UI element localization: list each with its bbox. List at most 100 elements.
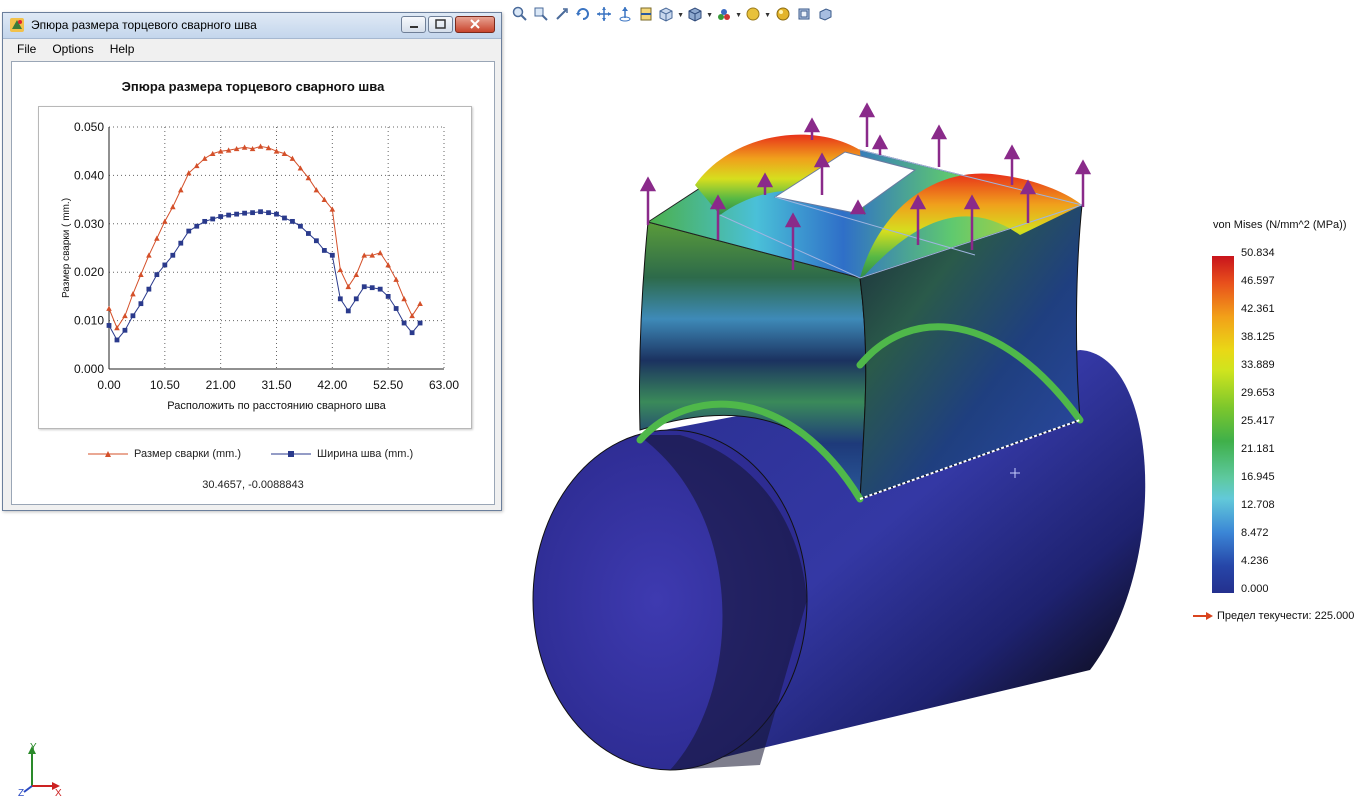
weld-size-chart[interactable]: 0.00 10.50 21.00 31.50 42.00 52.50 63.00 0.000 0… xyxy=(12,62,494,442)
data-point-triangle xyxy=(130,291,136,297)
y-tick-label: 0.040 xyxy=(74,168,104,182)
data-point-square xyxy=(385,294,391,299)
maximize-button[interactable] xyxy=(428,16,453,33)
sphere-icon xyxy=(776,7,790,21)
data-point-square xyxy=(146,286,152,292)
colorbar-tick-label: 50.834 xyxy=(1241,247,1275,259)
light-icon xyxy=(746,7,760,21)
colorbar-tick-label: 38.125 xyxy=(1241,331,1275,343)
data-point-triangle xyxy=(401,296,407,302)
data-point-triangle xyxy=(313,187,320,193)
data-point-square xyxy=(162,262,168,268)
legend-label-weld-width: Ширина шва (mm.) xyxy=(317,448,414,460)
data-point-square xyxy=(306,231,311,236)
zoom-in-out-icon xyxy=(556,8,568,20)
colorbar-tick-label: 12.708 xyxy=(1241,499,1275,511)
data-point-triangle xyxy=(106,305,112,311)
legend-item-weld-width: Ширина шва (mm.) xyxy=(271,448,413,460)
data-point-triangle xyxy=(201,155,208,161)
section-view-button[interactable] xyxy=(637,5,655,23)
data-point-triangle xyxy=(241,144,248,150)
menu-options[interactable]: Options xyxy=(44,42,101,56)
colorbar-tick-label: 42.361 xyxy=(1241,303,1275,315)
x-tick-label: 31.50 xyxy=(261,378,291,392)
data-point-triangle xyxy=(154,235,160,241)
view-orientation-icon xyxy=(659,7,673,22)
display-style-dropdown[interactable]: ▼ xyxy=(687,5,713,23)
minimize-button[interactable] xyxy=(401,16,426,33)
data-point-triangle xyxy=(122,312,128,319)
data-point-triangle xyxy=(353,271,360,278)
data-point-square xyxy=(226,212,232,218)
data-point-square xyxy=(218,214,224,219)
weld-plot-window: Эпюра размера торцевого сварного шва Fil… xyxy=(2,12,502,511)
window-title: Эпюра размера торцевого сварного шва xyxy=(31,18,257,32)
close-button[interactable] xyxy=(455,16,495,33)
zoom-window-button[interactable] xyxy=(532,5,550,23)
maximize-icon xyxy=(435,19,446,29)
window-titlebar[interactable]: Эпюра размера торцевого сварного шва xyxy=(3,13,501,39)
data-point-square xyxy=(210,216,216,222)
y-tick-label: 0.050 xyxy=(74,120,104,134)
iso-view-icon xyxy=(819,8,832,21)
data-point-triangle xyxy=(257,143,264,149)
triad-z-label: Z xyxy=(18,788,24,798)
zoom-in-out-button[interactable] xyxy=(553,5,571,23)
data-point-square xyxy=(393,306,399,311)
menu-help[interactable]: Help xyxy=(102,42,143,56)
legend-marker-triangle xyxy=(88,451,128,457)
data-point-square xyxy=(401,320,407,326)
colorbar-tick-label: 16.945 xyxy=(1241,471,1275,483)
data-point-square xyxy=(242,210,247,216)
data-point-square xyxy=(178,240,184,246)
data-point-square xyxy=(266,210,271,216)
iso-view-button[interactable] xyxy=(816,5,834,23)
data-point-triangle xyxy=(289,155,296,161)
appearance-icon xyxy=(718,9,730,20)
data-point-triangle xyxy=(177,187,184,193)
data-point-square xyxy=(377,286,383,292)
menu-file[interactable]: File xyxy=(9,42,44,56)
data-point-triangle xyxy=(337,266,344,273)
sphere-button[interactable] xyxy=(774,5,792,23)
data-point-square xyxy=(130,313,136,319)
data-point-square xyxy=(274,211,279,217)
data-point-square xyxy=(258,209,263,215)
x-tick-label: 63.00 xyxy=(429,378,459,392)
section-view-icon xyxy=(640,7,652,21)
pan-button[interactable] xyxy=(595,5,613,23)
data-point-square xyxy=(353,296,359,302)
data-point-square xyxy=(417,320,423,326)
data-point-square xyxy=(250,210,255,216)
cursor-readout: 30.4657, -0.0088843 xyxy=(202,479,304,491)
data-point-square xyxy=(313,238,319,244)
rotate-button[interactable] xyxy=(574,5,592,23)
zoom-fit-button[interactable] xyxy=(511,5,529,23)
y-axis-label: Размер сварки ( mm.) xyxy=(61,198,72,298)
data-point-square xyxy=(409,330,415,336)
x-tick-label: 42.00 xyxy=(317,378,347,392)
cube-view-button[interactable] xyxy=(795,5,813,23)
data-point-triangle xyxy=(393,276,399,282)
yield-arrow-icon xyxy=(1193,612,1213,620)
zoom-window-icon xyxy=(534,7,548,21)
data-point-square xyxy=(170,252,176,258)
view-orientation-dropdown[interactable]: ▼ xyxy=(658,5,684,23)
data-point-triangle xyxy=(385,262,391,268)
y-tick-label: 0.030 xyxy=(74,217,104,231)
display-style-icon xyxy=(688,7,702,22)
zoom-fit-icon xyxy=(512,6,527,21)
light-dropdown[interactable]: ▼ xyxy=(745,5,771,23)
colorbar-title: von Mises (N/mm^2 (MPa)) xyxy=(1213,219,1347,231)
appearance-dropdown[interactable]: ▼ xyxy=(716,5,742,23)
stress-model-viewport[interactable] xyxy=(520,95,1160,785)
data-point-triangle xyxy=(417,300,423,307)
data-point-square xyxy=(337,296,343,302)
data-point-triangle xyxy=(170,204,176,210)
move-button[interactable] xyxy=(616,5,634,23)
data-point-square xyxy=(114,337,120,343)
x-tick-label: 21.00 xyxy=(206,378,236,392)
coordinate-triad: Y X Z xyxy=(18,742,62,798)
data-point-square xyxy=(106,323,112,328)
data-point-square xyxy=(154,272,160,278)
